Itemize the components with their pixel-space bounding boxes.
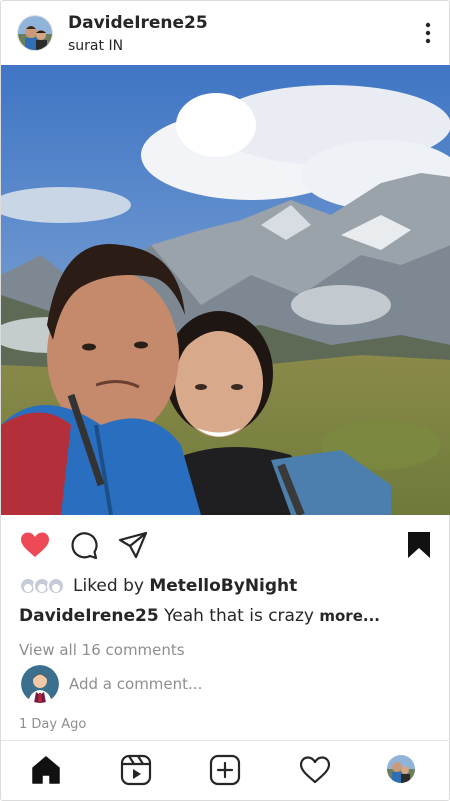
caption-username[interactable]: DavideIrene25 bbox=[19, 606, 159, 626]
user-avatar[interactable] bbox=[17, 15, 53, 51]
post-timestamp: 1 Day Ago bbox=[19, 717, 87, 732]
activity-heart-icon[interactable] bbox=[298, 753, 332, 787]
likes-row: Liked by MetelloByNight bbox=[19, 575, 439, 599]
post-header: DavideIrene25 surat IN bbox=[1, 1, 450, 65]
bottom-nav bbox=[1, 740, 450, 801]
post-caption: DavideIrene25 Yeah that is crazy more... bbox=[19, 606, 439, 626]
post-location[interactable]: surat IN bbox=[68, 38, 123, 54]
view-all-comments-link[interactable]: View all 16 comments bbox=[19, 641, 185, 659]
commenter-avatar bbox=[21, 665, 59, 703]
post-username[interactable]: DavideIrene25 bbox=[68, 13, 208, 33]
home-icon[interactable] bbox=[29, 753, 63, 787]
new-post-icon[interactable] bbox=[208, 753, 242, 787]
post-card: DavideIrene25 surat IN Liked by MetelloB… bbox=[0, 0, 450, 801]
post-photo[interactable] bbox=[1, 65, 450, 515]
caption-more-link[interactable]: more... bbox=[319, 607, 380, 625]
caption-text: Yeah that is crazy bbox=[158, 606, 320, 626]
likes-text[interactable]: Liked by MetelloByNight bbox=[73, 576, 297, 596]
paper-plane-icon[interactable] bbox=[117, 529, 149, 561]
bookmark-filled-icon[interactable] bbox=[403, 529, 435, 561]
action-bar bbox=[1, 515, 450, 571]
heart-filled-icon[interactable] bbox=[19, 529, 51, 561]
liked-by-user[interactable]: MetelloByNight bbox=[149, 576, 297, 596]
profile-avatar[interactable] bbox=[387, 755, 415, 783]
comment-input[interactable] bbox=[69, 671, 429, 697]
add-comment-row bbox=[21, 665, 441, 705]
more-options-icon[interactable] bbox=[419, 19, 437, 47]
likes-prefix: Liked by bbox=[73, 576, 150, 596]
liker-avatars-icon bbox=[19, 577, 67, 595]
comment-icon[interactable] bbox=[68, 529, 100, 561]
reels-icon[interactable] bbox=[119, 753, 153, 787]
